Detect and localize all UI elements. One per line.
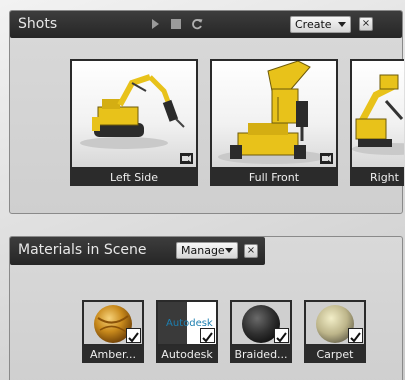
material-label: Autodesk <box>156 346 218 363</box>
shot-thumbnail <box>70 59 198 169</box>
create-dropdown[interactable]: Create <box>290 16 351 33</box>
shots-panel: Shots Create × Left Side Full Front Righ… <box>9 10 404 214</box>
shot-thumbnail <box>210 59 338 169</box>
shot-label: Full Front <box>210 169 338 186</box>
material-swatch-amber[interactable]: Amber... <box>82 300 144 363</box>
material-label: Braided... <box>230 346 292 363</box>
materials-title-bar: Materials in Scene Manage × <box>10 237 265 265</box>
camera-icon <box>320 153 333 164</box>
shot-card-right[interactable]: Right <box>350 59 404 187</box>
material-thumbnail <box>230 300 292 346</box>
shots-title-bar: Shots Create × <box>10 11 402 38</box>
camera-icon <box>180 153 193 164</box>
shots-title: Shots <box>18 16 58 32</box>
create-dropdown-label: Create <box>295 18 332 31</box>
checkmark-icon <box>200 328 215 343</box>
material-swatch-braided[interactable]: Braided... <box>230 300 292 363</box>
demolition-robot-side-image <box>80 74 185 149</box>
materials-close-button[interactable]: × <box>244 244 258 258</box>
checkmark-icon <box>348 328 363 343</box>
manage-dropdown[interactable]: Manage <box>176 242 238 259</box>
refresh-icon[interactable] <box>191 18 203 30</box>
shot-label: Right <box>350 169 404 186</box>
manage-dropdown-label: Manage <box>181 244 225 257</box>
shot-label: Left Side <box>70 169 198 186</box>
material-thumbnail <box>304 300 366 346</box>
material-label: Carpet <box>304 346 366 363</box>
shot-thumbnail <box>350 59 404 169</box>
materials-title: Materials in Scene <box>18 242 147 258</box>
material-thumbnail <box>82 300 144 346</box>
material-thumbnail: Autodesk <box>156 300 218 346</box>
checkmark-icon <box>274 328 289 343</box>
material-swatch-carpet[interactable]: Carpet <box>304 300 366 363</box>
shot-card-full-front[interactable]: Full Front <box>210 59 338 187</box>
shots-close-button[interactable]: × <box>359 17 373 31</box>
material-label: Amber... <box>82 346 144 363</box>
demolition-robot-right-image <box>352 74 404 155</box>
checkmark-icon <box>126 328 141 343</box>
materials-panel: Materials in Scene Manage × Amber... Aut… <box>9 236 403 380</box>
stop-icon[interactable] <box>170 18 182 30</box>
chevron-down-icon <box>225 248 233 253</box>
shot-card-left-side[interactable]: Left Side <box>70 59 198 187</box>
chevron-down-icon <box>338 22 346 27</box>
material-swatch-autodesk[interactable]: Autodesk Autodesk <box>156 300 218 363</box>
demolition-robot-front-image <box>218 61 326 164</box>
play-icon[interactable] <box>149 18 161 30</box>
